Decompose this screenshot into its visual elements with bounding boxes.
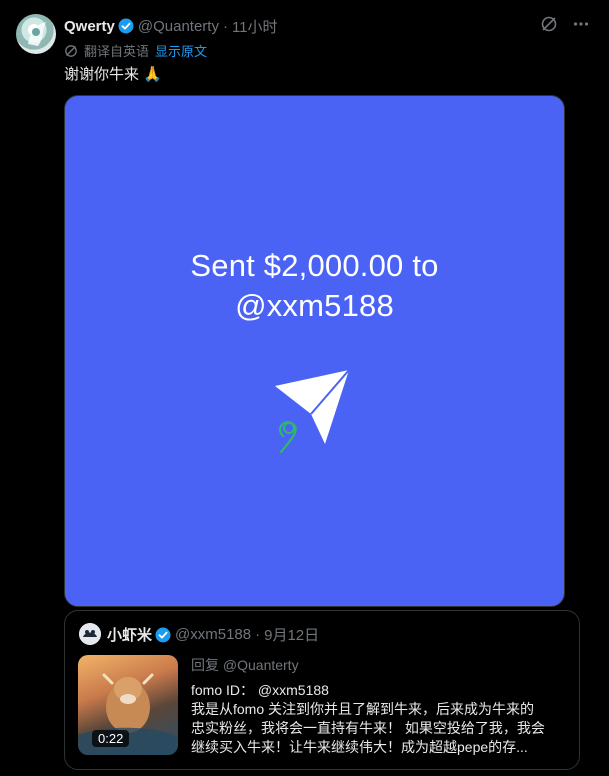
- translated-label: 翻译自英语: [84, 44, 150, 59]
- quoted-text-line: 忠实粉丝，我将会一直持有牛来！ 如果空投给了我，我会: [191, 720, 545, 736]
- author-avatar[interactable]: [16, 14, 56, 54]
- sent-line-2: @xxm5188: [235, 288, 394, 323]
- author-name[interactable]: Qwerty: [64, 18, 115, 35]
- show-original-link[interactable]: 显示原文: [155, 41, 207, 60]
- grok-icon[interactable]: [539, 14, 559, 34]
- translation-row: 翻译自英语 显示原文: [64, 41, 207, 60]
- more-icon[interactable]: [571, 14, 591, 34]
- sent-amount-text: Sent $2,000.00 to @xxm5188: [65, 246, 564, 326]
- verified-badge-icon: [118, 18, 134, 34]
- author-handle[interactable]: @Quanterty: [138, 18, 219, 35]
- quoted-author-name[interactable]: 小虾米: [107, 624, 152, 645]
- tweet[interactable]: Qwerty @Quanterty · 11小时 翻译自英语 显示原文 谢谢你牛…: [0, 0, 609, 776]
- quoted-author-handle[interactable]: @xxm5188: [175, 626, 251, 643]
- quoted-author-avatar[interactable]: [79, 623, 101, 645]
- tweet-media-card[interactable]: Sent $2,000.00 to @xxm5188: [64, 95, 565, 607]
- tweet-header: Qwerty @Quanterty · 11小时: [64, 16, 278, 36]
- translate-icon: [64, 44, 78, 58]
- quoted-text-line: fomo ID： @xxm5188: [191, 682, 329, 698]
- sent-line-1: Sent $2,000.00 to: [190, 248, 439, 283]
- tweet-time[interactable]: 11小时: [232, 16, 278, 37]
- verified-badge-icon: [155, 627, 171, 643]
- quoted-text-line: 我是从fomo 关注到你并且了解到牛来，后来成为牛来的: [191, 701, 535, 717]
- paper-plane-icon: [265, 366, 365, 466]
- quoted-header: 小虾米 @xxm5188 · 9月12日: [107, 624, 319, 645]
- video-duration: 0:22: [92, 730, 130, 747]
- tweet-text: 谢谢你牛来 🙏: [64, 66, 162, 83]
- separator-dot: ·: [222, 17, 228, 35]
- reply-to-label: 回复 @Quanterty: [191, 657, 299, 673]
- tweet-actions-top: [539, 14, 591, 34]
- quoted-text-line: 继续买入牛来！让牛来继续伟大！成为超越pepe的存...: [191, 739, 528, 755]
- quoted-text: fomo ID： @xxm5188 我是从fomo 关注到你并且了解到牛来，后来…: [191, 681, 571, 757]
- quoted-video-thumbnail[interactable]: 0:22: [78, 655, 178, 755]
- quoted-tweet[interactable]: 小虾米 @xxm5188 · 9月12日 0:22 回复 @Quanterty: [64, 610, 580, 770]
- separator-dot: ·: [255, 626, 261, 643]
- quoted-date[interactable]: 9月12日: [264, 624, 319, 645]
